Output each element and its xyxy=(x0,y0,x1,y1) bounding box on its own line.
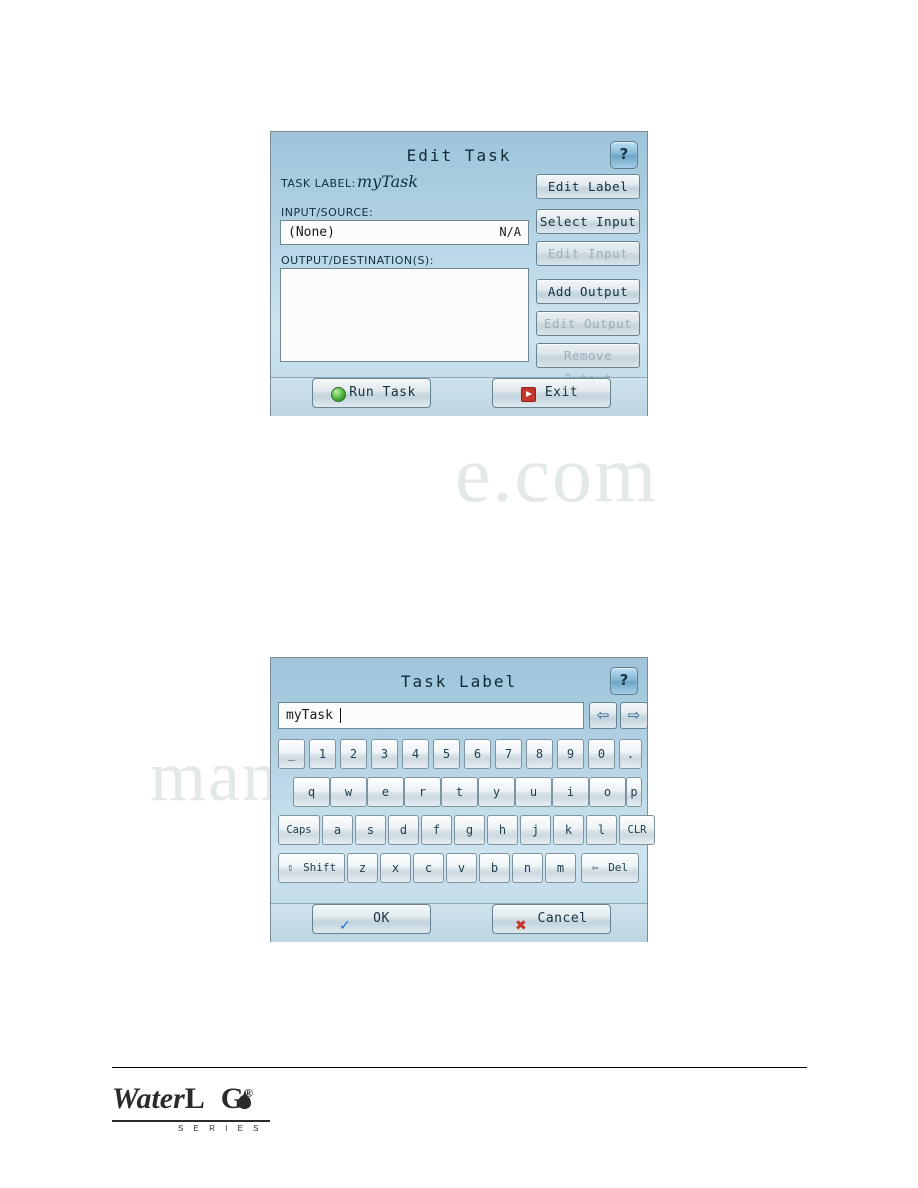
ok-button[interactable]: ✓ OK xyxy=(312,904,431,934)
key-5[interactable]: 5 xyxy=(433,739,460,769)
logo-water-text: Water xyxy=(112,1082,185,1115)
key-r[interactable]: r xyxy=(404,777,441,807)
key-x[interactable]: x xyxy=(380,853,411,883)
key-c[interactable]: c xyxy=(413,853,444,883)
run-task-button[interactable]: Run Task xyxy=(312,378,431,408)
key-z[interactable]: z xyxy=(347,853,378,883)
output-caption: OUTPUT/DESTINATION(S): xyxy=(281,254,434,267)
key-shift[interactable]: ⇧ Shift xyxy=(278,853,345,883)
key-o[interactable]: o xyxy=(589,777,626,807)
key-shift-label: Shift xyxy=(303,861,337,874)
key-4[interactable]: 4 xyxy=(402,739,429,769)
key-period[interactable]: . xyxy=(619,739,642,769)
task-label-input[interactable]: myTask xyxy=(278,702,584,729)
key-v[interactable]: v xyxy=(446,853,477,883)
green-dot-icon xyxy=(331,387,346,402)
ok-label: OK xyxy=(373,911,390,926)
cursor-right-button[interactable]: ⇨ xyxy=(620,702,648,729)
logo-l-text: L xyxy=(184,1082,205,1115)
key-2[interactable]: 2 xyxy=(340,739,367,769)
key-i[interactable]: i xyxy=(552,777,589,807)
exit-door-icon xyxy=(521,387,536,402)
input-source-status: N/A xyxy=(499,225,521,239)
arrow-left-icon: ⇦ xyxy=(596,706,610,724)
waterlog-logo: WaterL G® S E R I E S xyxy=(112,1082,312,1138)
logo-wordmark: WaterL G® xyxy=(112,1082,312,1116)
run-task-label: Run Task xyxy=(349,385,416,400)
cancel-button[interactable]: ✖ Cancel xyxy=(492,904,611,934)
key-u[interactable]: u xyxy=(515,777,552,807)
arrow-right-icon: ⇨ xyxy=(627,706,641,724)
edit-output-button: Edit Output xyxy=(536,311,640,336)
shift-up-icon: ⇧ xyxy=(286,861,294,874)
key-clr[interactable]: CLR xyxy=(619,815,655,845)
output-list[interactable] xyxy=(280,268,529,362)
key-b[interactable]: b xyxy=(479,853,510,883)
backspace-arrow-icon: ⇦ xyxy=(591,861,599,874)
key-6[interactable]: 6 xyxy=(464,739,491,769)
task-label-input-value: myTask xyxy=(286,708,333,723)
key-underscore[interactable]: _ xyxy=(278,739,305,769)
key-k[interactable]: k xyxy=(553,815,584,845)
footer-divider xyxy=(112,1067,807,1068)
edit-task-title: Edit Task xyxy=(406,146,512,165)
key-del-label: Del xyxy=(608,861,629,874)
key-0[interactable]: 0 xyxy=(588,739,615,769)
input-source-field[interactable]: (None) N/A xyxy=(280,220,529,245)
edit-task-dialog: Edit Task ? TASK LABEL: myTask INPUT/SOU… xyxy=(270,131,648,416)
key-n[interactable]: n xyxy=(512,853,543,883)
key-9[interactable]: 9 xyxy=(557,739,584,769)
key-caps[interactable]: Caps xyxy=(278,815,320,845)
key-j[interactable]: j xyxy=(520,815,551,845)
logo-series-text: S E R I E S xyxy=(178,1124,263,1133)
remove-output-button: Remove Output xyxy=(536,343,640,386)
key-7[interactable]: 7 xyxy=(495,739,522,769)
key-d[interactable]: d xyxy=(388,815,419,845)
key-del[interactable]: ⇦ Del xyxy=(581,853,639,883)
exit-label: Exit xyxy=(544,385,579,400)
key-8[interactable]: 8 xyxy=(526,739,553,769)
key-w[interactable]: w xyxy=(330,777,367,807)
text-caret xyxy=(340,708,341,723)
task-label-dialog: Task Label ? myTask ⇦ ⇨ _ 1 2 3 4 5 6 7 … xyxy=(270,657,655,942)
x-icon: ✖ xyxy=(515,918,528,934)
add-output-button[interactable]: Add Output xyxy=(536,279,640,304)
task-label-caption: TASK LABEL: xyxy=(281,177,356,190)
edit-input-button: Edit Input xyxy=(536,241,640,266)
key-q[interactable]: q xyxy=(293,777,330,807)
key-h[interactable]: h xyxy=(487,815,518,845)
task-label-value: myTask xyxy=(357,172,419,191)
input-source-value: (None) xyxy=(288,225,335,240)
key-m[interactable]: m xyxy=(545,853,576,883)
key-t[interactable]: t xyxy=(441,777,478,807)
check-icon: ✓ xyxy=(339,918,352,934)
key-g[interactable]: g xyxy=(454,815,485,845)
help-icon[interactable]: ? xyxy=(610,141,638,169)
key-3[interactable]: 3 xyxy=(371,739,398,769)
exit-button[interactable]: Exit xyxy=(492,378,611,408)
help-icon-keyboard[interactable]: ? xyxy=(610,667,638,695)
water-drop-icon xyxy=(238,1090,251,1109)
key-1[interactable]: 1 xyxy=(309,739,336,769)
cancel-label: Cancel xyxy=(537,911,588,926)
watermark-text-right: e.com xyxy=(455,431,659,519)
key-f[interactable]: f xyxy=(421,815,452,845)
edit-label-button[interactable]: Edit Label xyxy=(536,174,640,199)
key-s[interactable]: s xyxy=(355,815,386,845)
cursor-left-button[interactable]: ⇦ xyxy=(589,702,617,729)
logo-underline xyxy=(112,1120,270,1122)
key-e[interactable]: e xyxy=(367,777,404,807)
select-input-button[interactable]: Select Input xyxy=(536,209,640,234)
key-l[interactable]: l xyxy=(586,815,617,845)
input-source-caption: INPUT/SOURCE: xyxy=(281,206,374,219)
task-label-title: Task Label xyxy=(400,672,518,691)
key-y[interactable]: y xyxy=(478,777,515,807)
key-p[interactable]: p xyxy=(626,777,642,807)
key-a[interactable]: a xyxy=(322,815,353,845)
